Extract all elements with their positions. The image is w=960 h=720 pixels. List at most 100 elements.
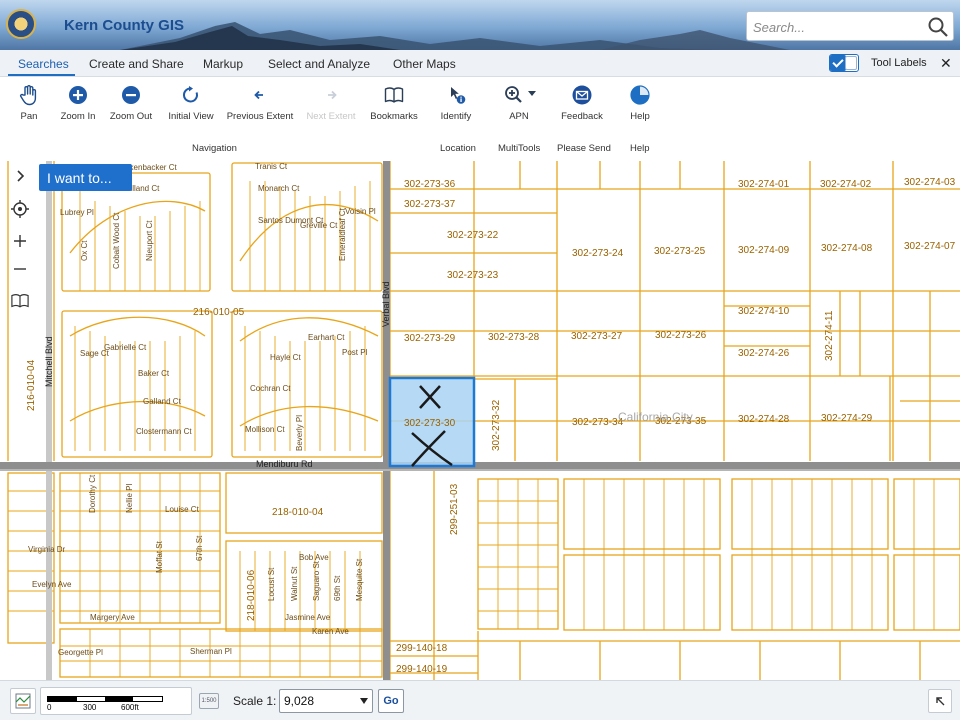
gis-app: Kern County GIS Searches Create and Shar… [0, 0, 960, 720]
previous-extent-button[interactable]: Previous Extent [223, 84, 297, 122]
street-label: Hayle Ct [270, 353, 301, 362]
parcel-label: 302-274-08 [821, 243, 873, 254]
map-zoom-in-button[interactable] [8, 229, 32, 253]
tab-other-maps[interactable]: Other Maps [393, 57, 456, 71]
parcel-label: 302-274-28 [738, 414, 790, 425]
checkmark-icon [830, 55, 846, 71]
parcel-label: 302-273-37 [404, 199, 456, 210]
go-button[interactable]: Go [378, 689, 404, 713]
locate-button[interactable] [8, 197, 32, 221]
street-label: Post Pl [342, 348, 368, 357]
street-label: Earhart Ct [308, 333, 345, 342]
parcel-label: 302-273-36 [404, 179, 456, 190]
map-bookmarks-button[interactable] [8, 289, 32, 313]
street-label: Beverly Pl [295, 414, 304, 451]
street-label: Greville Ct [300, 221, 338, 230]
county-seal-logo[interactable] [6, 9, 36, 39]
street-label: Walnut St [290, 566, 299, 601]
street-label: Voisin Pl [345, 207, 376, 216]
street-label: Saguaro St [312, 560, 321, 601]
street-label: 69th St [333, 575, 342, 601]
street-label: Margery Ave [90, 613, 135, 622]
tab-markup[interactable]: Markup [203, 57, 243, 71]
initial-view-button[interactable]: Initial View [154, 84, 228, 122]
street-label: Ox Ct [80, 240, 89, 261]
parcel-label: 216-010-04 [26, 359, 37, 411]
scale-bar-graphic [47, 696, 163, 702]
initial-view-label: Initial View [168, 111, 214, 122]
city-overlay-label: California City [618, 410, 693, 424]
i-want-to-button[interactable]: I want to... [39, 164, 132, 191]
crosshair-icon [11, 200, 29, 218]
search-icon[interactable] [927, 16, 949, 38]
street-label: Locust St [267, 567, 276, 601]
tab-create-and-share[interactable]: Create and Share [89, 57, 184, 71]
group-help: Help [630, 143, 650, 154]
scale-select[interactable]: 9,028 [279, 689, 373, 713]
minus-icon [14, 268, 26, 270]
toolbar: Pan Zoom In Zoom Out Initial View Previo… [0, 78, 960, 161]
app-title[interactable]: Kern County GIS [64, 17, 184, 34]
parcel-label: 216-010-05 [193, 307, 245, 318]
parcel-label: 302-273-27 [571, 331, 623, 342]
scale-tick-label: 600ft [121, 703, 139, 712]
previous-extent-label: Previous Extent [226, 111, 294, 122]
parcel-label: 299-251-03 [449, 483, 460, 535]
zoom-out-icon [122, 86, 140, 104]
selected-parcel-label: 302-273-30 [404, 418, 456, 429]
book-icon [11, 294, 29, 308]
tool-labels-text: Tool Labels [871, 57, 927, 69]
expand-panel-button[interactable] [8, 164, 32, 188]
parcel-label: 302-274-26 [738, 348, 790, 359]
street-label: Gabrielle Ct [104, 343, 147, 352]
help-label: Help [630, 111, 650, 122]
parcel-label: 302-274-01 [738, 179, 790, 190]
scale-tick-label: 300 [83, 703, 97, 712]
help-button[interactable]: Help [603, 84, 677, 122]
tab-bar: Searches Create and Share Markup Select … [0, 50, 960, 77]
scale-ratio-icon: 1:500 [199, 693, 219, 709]
search-input[interactable] [753, 18, 918, 36]
legend-button[interactable] [10, 688, 36, 714]
help-icon [630, 85, 650, 105]
identify-icon [451, 87, 466, 104]
app-header: Kern County GIS [0, 0, 960, 50]
street-label: Baker Ct [138, 369, 170, 378]
street-label: Jasmine Ave [285, 613, 331, 622]
tab-select-and-analyze[interactable]: Select and Analyze [268, 57, 370, 71]
active-tab-indicator [8, 74, 75, 76]
street-label: Cochran Ct [250, 384, 291, 393]
street-label: Georgette Pl [58, 648, 103, 657]
street-label: Karen Ave [312, 627, 349, 636]
initial-view-icon [183, 86, 198, 103]
map-view[interactable]: 302-273-36 302-273-37 302-274-01 302-274… [0, 161, 960, 680]
street-label: Nellie Pl [125, 483, 134, 513]
street-label: Moffat St [155, 541, 164, 573]
scale-bar: 0 300 600ft [40, 687, 192, 715]
map-zoom-out-button[interactable] [8, 257, 32, 281]
book-icon [384, 87, 404, 103]
parcel-label: 302-273-34 [572, 417, 624, 428]
tab-searches[interactable]: Searches [18, 57, 69, 71]
parcel-label: 302-273-24 [572, 248, 624, 259]
parcel-label: 302-274-09 [738, 245, 790, 256]
expand-button[interactable] [928, 689, 952, 713]
street-label: Louise Ct [165, 505, 199, 514]
parcel-label: 302-274-03 [904, 177, 956, 188]
group-please-send: Please Send [557, 143, 611, 154]
scale-segment [105, 697, 133, 701]
street-label: Mesquite St [355, 558, 364, 601]
tool-labels-toggle[interactable] [829, 54, 859, 72]
parcel-label: 302-274-07 [904, 241, 956, 252]
street-label: Sherman Pl [190, 647, 232, 656]
street-label: Tranis Ct [255, 162, 288, 171]
close-icon[interactable]: ✕ [940, 55, 952, 71]
street-label: Dorothy Ct [88, 474, 97, 513]
street-label: Clostermann Ct [136, 427, 192, 436]
search-box[interactable] [746, 11, 954, 41]
plus-icon [14, 235, 26, 247]
parcel-label: 302-273-22 [447, 230, 499, 241]
group-location: Location [440, 143, 476, 154]
hand-icon [20, 85, 37, 106]
parcel-label: 302-274-10 [738, 306, 790, 317]
